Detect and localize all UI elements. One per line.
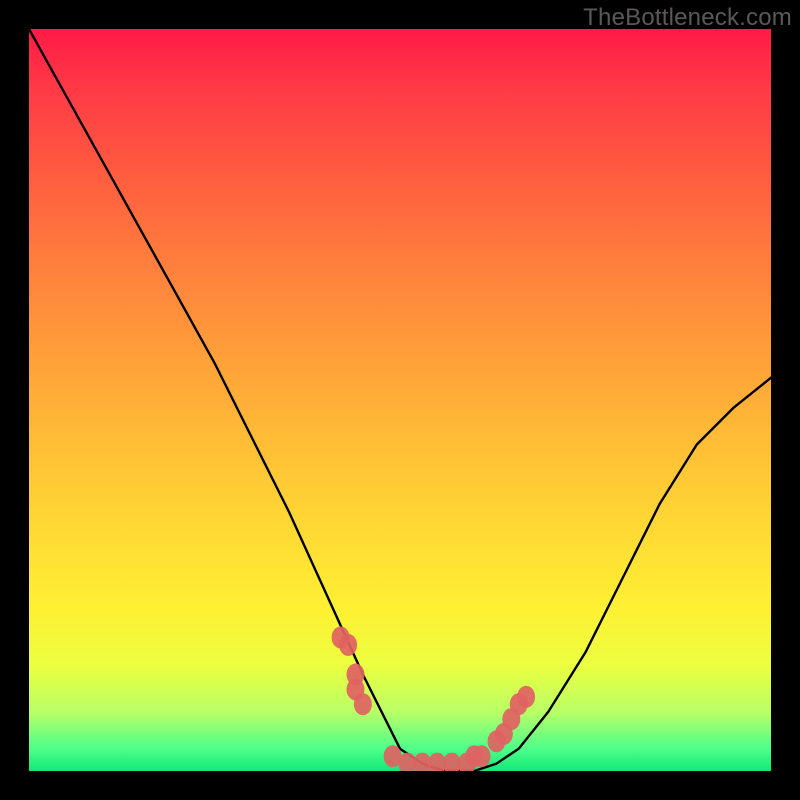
plot-area <box>29 29 771 771</box>
bottleneck-curve <box>29 29 771 771</box>
scatter-points <box>332 626 535 771</box>
chart-frame: TheBottleneck.com <box>0 0 800 800</box>
watermark-text: TheBottleneck.com <box>583 4 792 32</box>
scatter-point <box>517 686 535 708</box>
scatter-point <box>354 693 372 715</box>
curve-svg <box>29 29 771 771</box>
scatter-point <box>473 745 491 767</box>
scatter-point <box>339 634 357 656</box>
